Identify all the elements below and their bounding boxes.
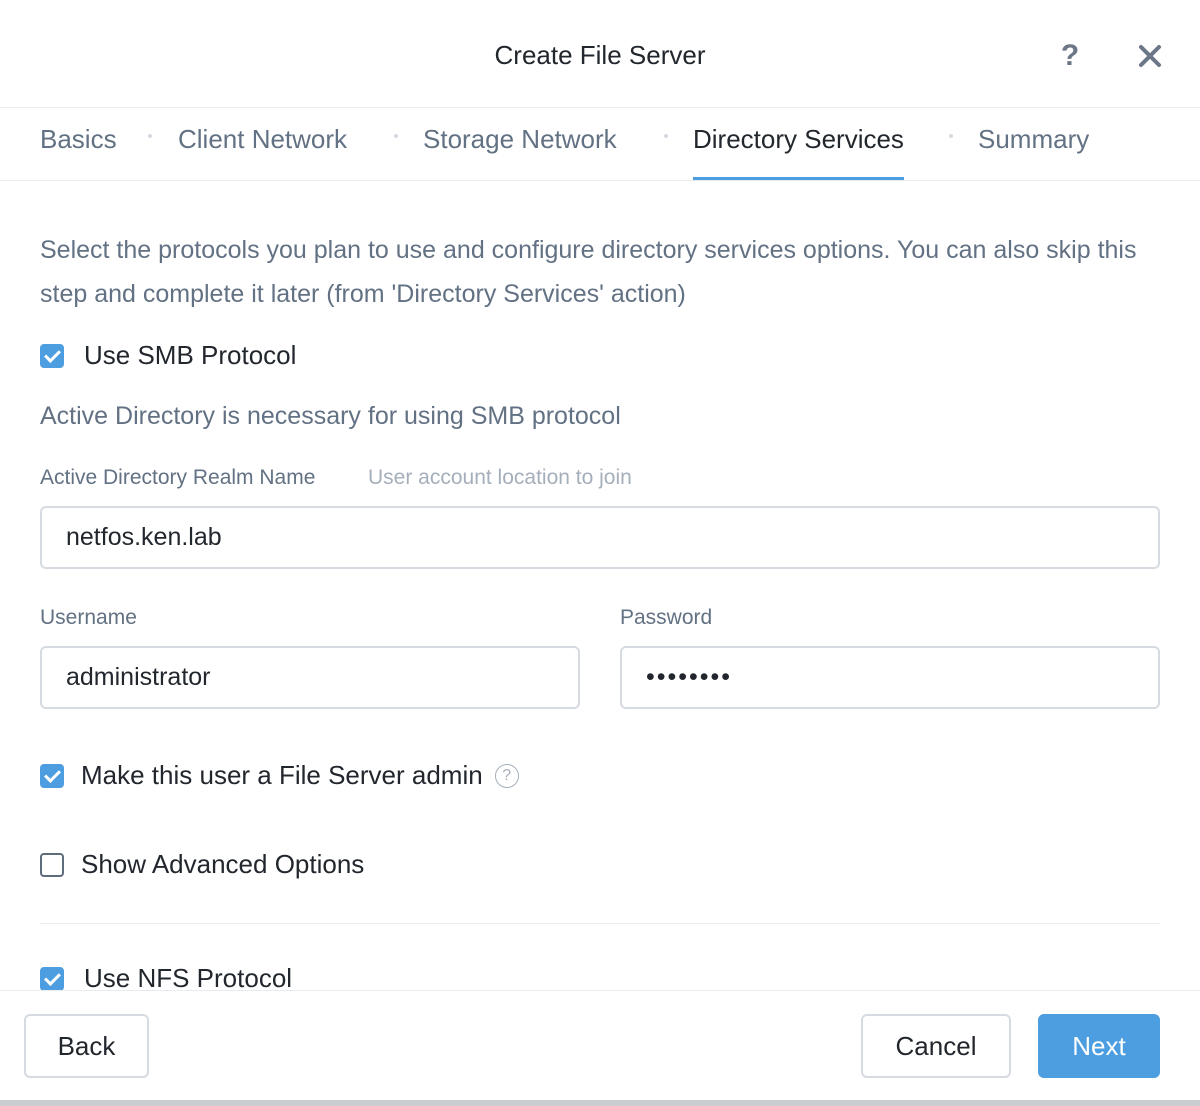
wizard-steps: Basics Client Network Storage Network Di… xyxy=(0,108,1200,181)
dialog-title: Create File Server xyxy=(494,40,706,70)
advanced-options-label: Show Advanced Options xyxy=(81,849,365,879)
tab-separator xyxy=(148,134,152,138)
password-label: Password xyxy=(620,606,713,629)
tab-directory-services[interactable]: Directory Services xyxy=(693,124,904,180)
next-button[interactable]: Next xyxy=(1038,1014,1160,1078)
tab-basics[interactable]: Basics xyxy=(40,124,117,180)
checkbox-checked-icon[interactable] xyxy=(40,763,64,788)
tab-summary[interactable]: Summary xyxy=(978,124,1089,180)
checkbox-checked-icon[interactable] xyxy=(40,966,64,991)
create-file-server-dialog: Create File Server ? Basics Client Netwo… xyxy=(0,0,1200,1106)
tab-separator xyxy=(394,134,398,138)
checkbox-unchecked-icon[interactable] xyxy=(40,852,64,877)
question-circle-icon[interactable]: ? xyxy=(494,763,519,788)
tab-client-network[interactable]: Client Network xyxy=(178,124,347,180)
realm-name-input[interactable]: netfos.ken.lab xyxy=(40,506,1160,569)
tab-separator xyxy=(664,134,668,138)
dialog-footer: Back Cancel Next xyxy=(0,990,1200,1106)
dialog-bottom-edge xyxy=(0,1100,1200,1106)
file-server-admin-checkbox[interactable]: Make this user a File Server admin ? xyxy=(40,760,519,791)
help-icon[interactable]: ? xyxy=(1052,36,1088,76)
intro-text: Select the protocols you plan to use and… xyxy=(40,236,1137,308)
advanced-options-checkbox[interactable]: Show Advanced Options xyxy=(40,849,364,880)
smb-protocol-checkbox[interactable]: Use SMB Protocol xyxy=(40,340,296,371)
file-server-admin-label: Make this user a File Server admin xyxy=(81,760,483,790)
smb-protocol-label: Use SMB Protocol xyxy=(84,340,297,370)
tab-storage-network[interactable]: Storage Network xyxy=(423,124,617,180)
username-input[interactable]: administrator xyxy=(40,646,580,709)
section-divider xyxy=(40,923,1160,924)
realm-name-label: Active Directory Realm Name xyxy=(40,466,316,489)
realm-name-hint: User account location to join xyxy=(368,466,632,489)
close-icon[interactable] xyxy=(1132,36,1168,76)
ad-requirement-note: Active Directory is necessary for using … xyxy=(40,402,621,430)
dialog-header: Create File Server ? xyxy=(0,0,1200,108)
username-label: Username xyxy=(40,606,137,629)
tab-separator xyxy=(949,134,953,138)
back-button[interactable]: Back xyxy=(24,1014,149,1078)
checkbox-checked-icon[interactable] xyxy=(40,343,64,368)
password-input[interactable]: •••••••• xyxy=(620,646,1160,709)
cancel-button[interactable]: Cancel xyxy=(861,1014,1011,1078)
